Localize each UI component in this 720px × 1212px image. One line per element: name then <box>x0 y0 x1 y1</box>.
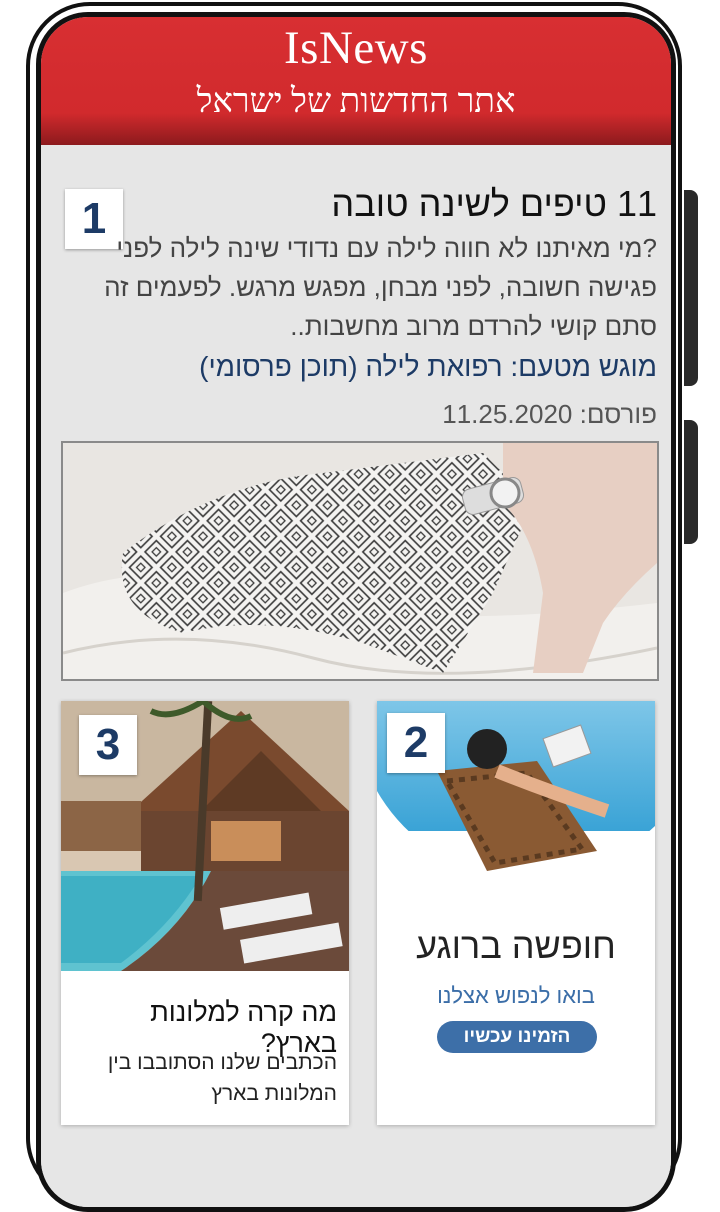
card-subtitle: בואו לנפוש אצלנו <box>437 983 595 1008</box>
article-title[interactable]: 11 טיפים לשינה טובה <box>177 183 657 225</box>
site-tagline: אתר החדשות של ישראל <box>196 83 516 120</box>
rank-badge: 3 <box>79 715 137 775</box>
card-text: הכתבים שלנו הסתובבו בין המלונות בארץ <box>107 1051 337 1105</box>
site-header: IsNews אתר החדשות של ישראל <box>41 17 671 145</box>
phone-side-button <box>684 190 698 386</box>
card-title[interactable]: חופשה ברוגע <box>377 925 655 967</box>
phone-side-button <box>684 420 698 544</box>
sponsor-link[interactable]: מוגש מטעם: רפואת לילה (תוכן פרסומי) <box>97 351 657 383</box>
main-content: 1 11 טיפים לשינה טובה ?מי מאיתנו לא חווה… <box>41 145 671 1207</box>
sleep-article-image[interactable] <box>61 441 659 681</box>
hotels-card[interactable]: 3 מה קרה למלונות בארץ? הכתבים שלנו הסתוב… <box>61 701 349 1125</box>
rank-badge: 2 <box>387 713 445 773</box>
article-excerpt: ?מי מאיתנו לא חווה לילה עם נדודי שינה לי… <box>104 233 657 341</box>
book-now-button[interactable]: הזמינו עכשיו <box>437 1021 597 1053</box>
phone-screen: IsNews אתר החדשות של ישראל 1 11 טיפים לש… <box>36 12 676 1212</box>
publish-date: פורסם: 11.25.2020 <box>442 399 657 429</box>
site-logo[interactable]: IsNews <box>41 21 671 75</box>
vacation-card[interactable]: 2 חופשה ברוגע בואו לנפוש אצלנו הזמינו עכ… <box>377 701 655 1125</box>
pillow-illustration <box>63 443 657 679</box>
